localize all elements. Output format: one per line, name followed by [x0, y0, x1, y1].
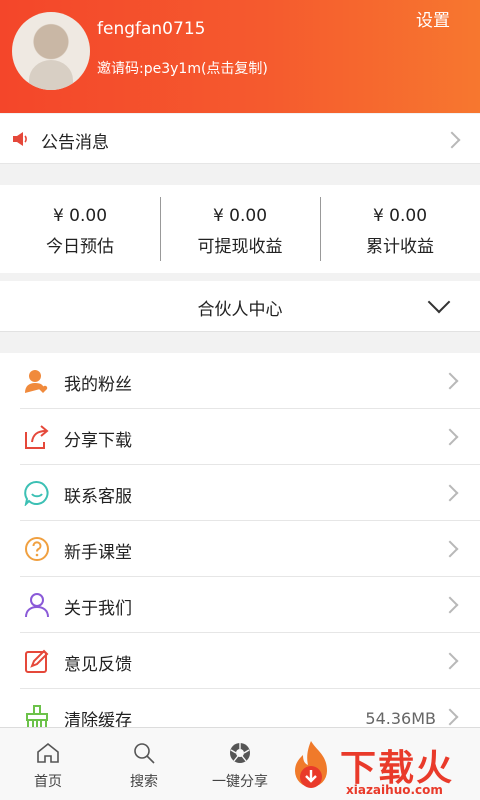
- chevron-right-icon: [441, 372, 459, 390]
- flame-icon: [295, 741, 327, 788]
- notice-row[interactable]: 公告消息: [0, 114, 480, 164]
- broom-icon: [26, 705, 48, 727]
- earning-caption: 可提现收益: [197, 237, 283, 257]
- profile-header: fengfan0715 邀请码:pe3y1m(点击复制) 设置: [0, 0, 480, 113]
- fans-icon: [25, 370, 48, 393]
- earning-amount: ¥ 0.00: [52, 206, 108, 226]
- menu-label: 我的粉丝: [64, 375, 132, 395]
- question-icon: [25, 537, 49, 561]
- user-icon: [25, 593, 49, 618]
- menu-item-about-us[interactable]: 关于我们: [0, 577, 480, 633]
- chevron-right-icon: [443, 131, 461, 149]
- earning-caption: 今日预估: [46, 237, 114, 257]
- menu-item-beginner-class[interactable]: 新手课堂: [0, 521, 480, 577]
- menu-label: 分享下载: [64, 431, 132, 451]
- share-icon: [25, 425, 49, 449]
- chevron-right-icon: [441, 540, 459, 558]
- service-icon: [24, 480, 49, 506]
- menu-label: 清除缓存: [64, 711, 132, 727]
- cache-size: 54.36MB: [365, 709, 436, 727]
- watermark-url: xiazaihuo.com: [346, 783, 443, 797]
- chevron-right-icon: [441, 484, 459, 502]
- menu-item-fans[interactable]: 我的粉丝: [0, 353, 480, 409]
- avatar[interactable]: [12, 12, 90, 90]
- earnings-panel: ¥ 0.00 今日预估 ¥ 0.00 可提现收益 ¥ 0.00 累计收益: [0, 185, 480, 273]
- chevron-right-icon: [441, 428, 459, 446]
- tab-label: 搜索: [130, 774, 158, 790]
- menu-list: 我的粉丝 分享下载 联系客服 新手课堂 关于我们 意见反馈 清除缓存 54.36…: [0, 353, 480, 727]
- partner-center-toggle[interactable]: 合伙人中心: [0, 281, 480, 332]
- watermark-logo: 下载火 xiazaihuo.com: [280, 735, 480, 800]
- home-icon: [37, 742, 59, 763]
- menu-label: 联系客服: [64, 487, 132, 507]
- tab-label: 一键分享: [212, 774, 268, 790]
- menu-label: 新手课堂: [64, 543, 132, 563]
- tab-search[interactable]: 搜索: [96, 728, 192, 800]
- earning-withdrawable[interactable]: ¥ 0.00 可提现收益: [160, 185, 320, 273]
- menu-item-clear-cache[interactable]: 清除缓存 54.36MB: [0, 689, 480, 727]
- earning-total[interactable]: ¥ 0.00 累计收益: [320, 185, 480, 273]
- partner-center-title: 合伙人中心: [197, 300, 283, 320]
- speaker-icon: [13, 132, 27, 146]
- chevron-right-icon: [441, 652, 459, 670]
- earning-today[interactable]: ¥ 0.00 今日预估: [0, 185, 160, 273]
- notice-label: 公告消息: [41, 133, 109, 153]
- search-icon: [134, 743, 155, 764]
- earning-amount: ¥ 0.00: [212, 206, 268, 226]
- edit-icon: [25, 649, 49, 673]
- earning-amount: ¥ 0.00: [372, 206, 428, 226]
- menu-item-feedback[interactable]: 意见反馈: [0, 633, 480, 689]
- invite-code[interactable]: 邀请码:pe3y1m(点击复制): [97, 58, 268, 78]
- settings-button[interactable]: 设置: [416, 6, 450, 31]
- chevron-right-icon: [441, 596, 459, 614]
- chevron-right-icon: [441, 708, 459, 726]
- tab-home[interactable]: 首页: [0, 728, 96, 800]
- tab-label: 首页: [34, 774, 62, 790]
- menu-label: 关于我们: [64, 599, 132, 619]
- menu-item-customer-service[interactable]: 联系客服: [0, 465, 480, 521]
- menu-label: 意见反馈: [64, 655, 132, 675]
- tab-one-click-share[interactable]: 一键分享: [192, 728, 288, 800]
- aperture-icon: [230, 743, 250, 763]
- username: fengfan0715: [97, 19, 206, 39]
- earning-caption: 累计收益: [366, 237, 434, 257]
- menu-item-share-download[interactable]: 分享下载: [0, 409, 480, 465]
